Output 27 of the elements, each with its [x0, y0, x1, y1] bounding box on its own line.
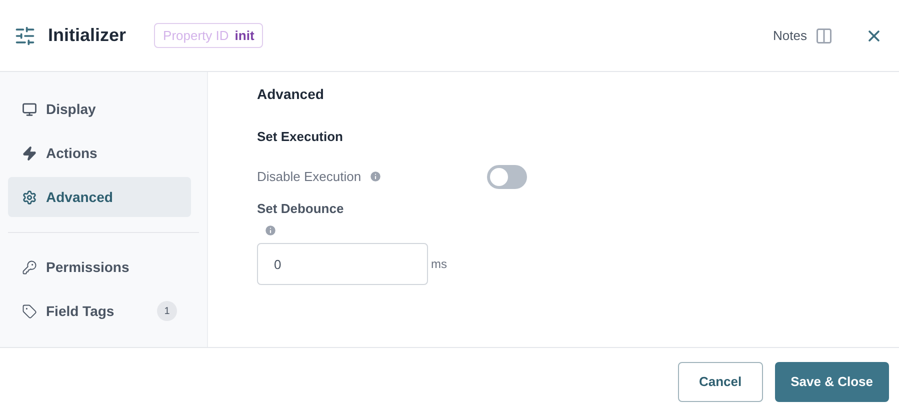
sidebar-item[interactable]: Field Tags 1	[8, 291, 191, 331]
sidebar-item[interactable]: Permissions	[8, 247, 191, 287]
section-heading: Advanced	[257, 85, 325, 104]
notes-button[interactable]: Notes	[773, 26, 833, 46]
sidebar-item[interactable]: Display	[8, 89, 191, 129]
cancel-button[interactable]: Cancel	[678, 362, 763, 402]
sidebar-item[interactable]: Actions	[8, 133, 191, 173]
subsection-heading: Set Execution	[257, 128, 344, 146]
lightning-icon	[22, 146, 37, 160]
info-icon	[264, 224, 277, 237]
monitor-icon	[22, 102, 37, 116]
count-badge: 1	[157, 301, 177, 321]
dialog-title: Initializer	[48, 24, 126, 47]
unit-label: ms	[431, 256, 447, 273]
tag-icon	[22, 304, 37, 318]
field-label: Disable Execution	[257, 168, 362, 186]
key-icon	[22, 260, 37, 274]
gear-icon	[22, 190, 37, 204]
property-id-badge: Property ID init	[154, 22, 264, 48]
debounce-input[interactable]: 0	[257, 243, 428, 285]
sidebar-item[interactable]: Advanced	[8, 177, 191, 217]
panel-icon	[815, 26, 833, 44]
sliders-icon	[14, 24, 36, 46]
info-icon	[369, 170, 382, 183]
toggle-switch[interactable]	[487, 164, 528, 188]
field-label: Set Debounce	[257, 200, 345, 218]
save-button[interactable]: Save & Close	[774, 362, 889, 402]
